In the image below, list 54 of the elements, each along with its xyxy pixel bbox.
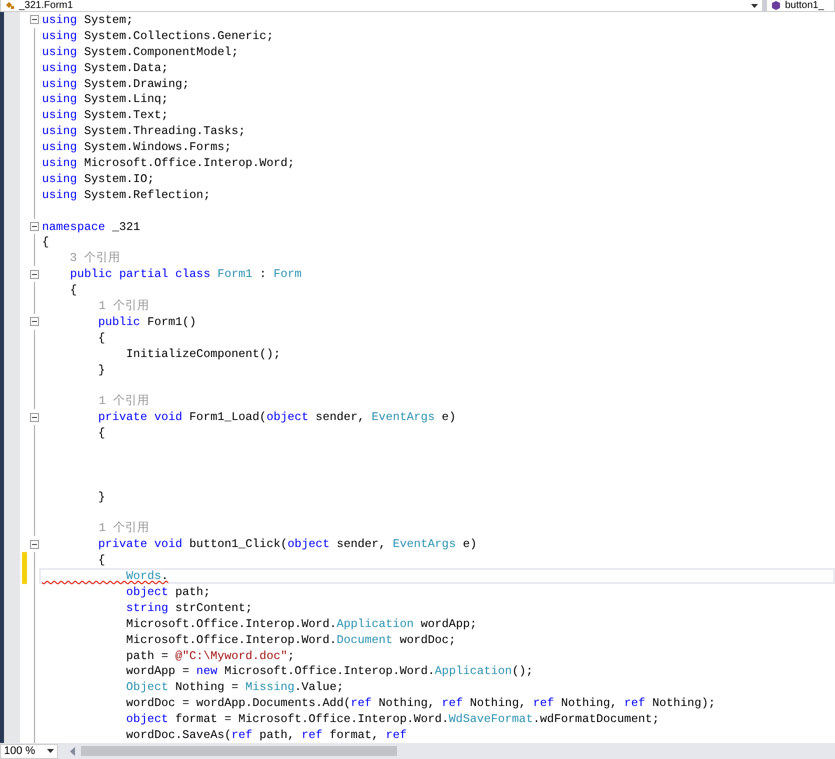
collapse-icon[interactable]: [30, 222, 39, 232]
type-dropdown[interactable]: _321.Form1: [0, 0, 763, 12]
code-line: namespace _321: [41, 220, 142, 234]
member-dropdown[interactable]: button1_: [766, 0, 835, 12]
collapse-icon[interactable]: [30, 270, 39, 279]
code-line: object path;: [125, 585, 212, 599]
reference-count[interactable]: 1 个引用: [41, 298, 150, 313]
code-line: public Form1(): [97, 314, 198, 329]
code-line: using System.Collections.Generic;: [41, 28, 274, 43]
code-line: using System;: [41, 12, 134, 27]
collapse-icon[interactable]: [30, 540, 39, 549]
code-line: private void button1_Click(object sender, EventArgs e): [97, 537, 478, 552]
code-line: Words.: [125, 569, 170, 584]
caret-icon: [751, 4, 758, 8]
code-line: using System.Text;: [41, 108, 170, 122]
scroll-left-icon[interactable]: [70, 746, 75, 756]
code-line: {: [41, 235, 50, 250]
reference-count[interactable]: 3 个引用: [41, 251, 120, 266]
code-line: using System.ComponentModel;: [41, 44, 240, 59]
code-line: {: [97, 426, 106, 440]
code-line: Microsoft.Office.Interop.Word.Document wordDoc;: [125, 632, 457, 647]
code-line: }: [97, 490, 106, 504]
code-line: string strContent;: [125, 600, 254, 615]
code-line: object format = Microsoft.Office.Interop.Word.WdSaveFormat.wdFormatDocument;: [125, 712, 660, 726]
code-line: using System.Threading.Tasks;: [41, 124, 246, 138]
code-line: {: [97, 553, 106, 568]
code-line: private void Form1_Load(object sender, EventArgs e): [97, 410, 457, 424]
collapse-icon[interactable]: [30, 15, 39, 24]
code-line: InitializeComponent();: [125, 346, 282, 361]
reference-count[interactable]: 1 个引用: [41, 521, 150, 536]
code-line: using System.Windows.Forms;: [41, 140, 232, 154]
code-line: using System.Linq;: [41, 92, 170, 106]
reference-count[interactable]: 1 个引用: [41, 394, 150, 408]
code-line: {: [97, 330, 106, 345]
zoom-dropdown[interactable]: 100 %: [0, 744, 58, 758]
code-line: Object Nothing = Missing.Value;: [125, 680, 345, 694]
code-line: using System.Reflection;: [41, 188, 212, 202]
collapse-icon[interactable]: [30, 412, 39, 422]
code-line: public partial class Form1 : Form: [69, 267, 303, 282]
code-line: wordDoc.SaveAs(ref path, ref format, ref: [125, 728, 408, 742]
caret-icon: [47, 749, 54, 753]
code-line: using System.IO;: [41, 172, 156, 186]
code-line: using System.Data;: [41, 60, 170, 75]
code-line: {: [69, 283, 78, 298]
collapse-icon[interactable]: [30, 317, 39, 326]
code-line: wordDoc = wordApp.Documents.Add(ref Nothing, ref Nothing, ref Nothing, ref Nothing);: [125, 696, 716, 710]
code-line: }: [97, 362, 106, 377]
code-line: using Microsoft.Office.Interop.Word;: [41, 156, 296, 170]
code-line: wordApp = new Microsoft.Office.Interop.Word.Application();: [125, 664, 534, 678]
method-icon: [771, 1, 781, 10]
code-line: Microsoft.Office.Interop.Word.Application wordApp;: [125, 616, 478, 631]
code-line: using System.Drawing;: [41, 76, 190, 90]
code-line: path = @"C:\Myword.doc";: [125, 648, 296, 663]
class-icon: [5, 1, 15, 10]
